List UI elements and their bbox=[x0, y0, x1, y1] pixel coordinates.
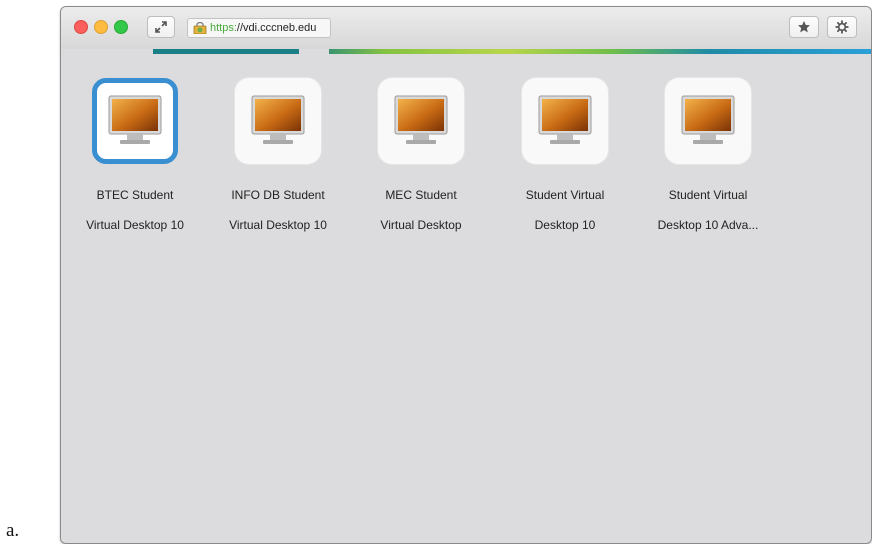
desktop-name: BTEC Student Virtual Desktop 10 bbox=[86, 173, 184, 233]
desktop-name-line1: MEC Student bbox=[385, 188, 457, 202]
desktop-name-line1: Student Virtual bbox=[668, 188, 748, 202]
desktop-name: INFO DB Student Virtual Desktop 10 bbox=[229, 173, 327, 233]
desktop-icon-frame bbox=[92, 78, 178, 164]
favorite-button[interactable] bbox=[789, 16, 819, 38]
star-icon bbox=[798, 21, 810, 33]
desktop-name-line1: Student Virtual bbox=[525, 188, 605, 202]
close-window-button[interactable] bbox=[74, 20, 88, 34]
desktop-tile-info-db[interactable]: INFO DB Student Virtual Desktop 10 bbox=[208, 78, 348, 233]
desktop-name-line2: Virtual Desktop 10 bbox=[86, 218, 184, 232]
list-marker: a. bbox=[6, 520, 20, 541]
url-host: //vdi.cccneb.edu bbox=[236, 22, 317, 34]
address-bar[interactable]: https://vdi.cccneb.edu bbox=[187, 18, 331, 38]
desktop-tile-mec[interactable]: MEC Student Virtual Desktop bbox=[351, 78, 491, 233]
desktop-name: Student Virtual Desktop 10 bbox=[526, 173, 605, 233]
settings-button[interactable] bbox=[827, 16, 857, 38]
zoom-window-button[interactable] bbox=[114, 20, 128, 34]
secure-lock-icon bbox=[193, 22, 207, 34]
desktop-name-line2: Virtual Desktop 10 bbox=[229, 218, 327, 232]
desktop-tile-student-vd10-adv[interactable]: Student Virtual Desktop 10 Adva... bbox=[638, 78, 778, 233]
desktop-tile-student-vd10[interactable]: Student Virtual Desktop 10 bbox=[495, 78, 635, 233]
desktop-name: MEC Student Virtual Desktop bbox=[380, 173, 461, 233]
url-scheme: https: bbox=[210, 22, 237, 34]
desktop-icon-frame bbox=[378, 78, 464, 164]
monitor-icon bbox=[251, 95, 305, 144]
desktop-tile-btec[interactable]: BTEC Student Virtual Desktop 10 bbox=[65, 78, 205, 233]
monitor-icon bbox=[108, 95, 162, 144]
desktop-name-line2: Desktop 10 Adva... bbox=[657, 218, 759, 232]
minimize-window-button[interactable] bbox=[94, 20, 108, 34]
desktop-list: BTEC Student Virtual Desktop 10 INFO DB … bbox=[61, 54, 871, 543]
desktop-name: Student Virtual Desktop 10 Adva... bbox=[658, 173, 759, 233]
desktop-icon-frame bbox=[665, 78, 751, 164]
expand-arrows-icon bbox=[155, 21, 167, 33]
monitor-icon bbox=[538, 95, 592, 144]
monitor-icon bbox=[394, 95, 448, 144]
desktop-icon-frame bbox=[235, 78, 321, 164]
browser-window: https://vdi.cccneb.edu BTEC Student Virt… bbox=[60, 6, 872, 544]
gear-icon bbox=[835, 20, 849, 34]
desktop-name-line1: INFO DB Student bbox=[231, 188, 325, 202]
desktop-name-line2: Virtual Desktop bbox=[380, 218, 462, 232]
titlebar: https://vdi.cccneb.edu bbox=[61, 7, 871, 50]
desktop-name-line1: BTEC Student bbox=[96, 188, 174, 202]
fullscreen-toggle-button[interactable] bbox=[147, 16, 175, 38]
desktop-icon-frame bbox=[522, 78, 608, 164]
desktop-name-line2: Desktop 10 bbox=[534, 218, 596, 232]
monitor-icon bbox=[681, 95, 735, 144]
